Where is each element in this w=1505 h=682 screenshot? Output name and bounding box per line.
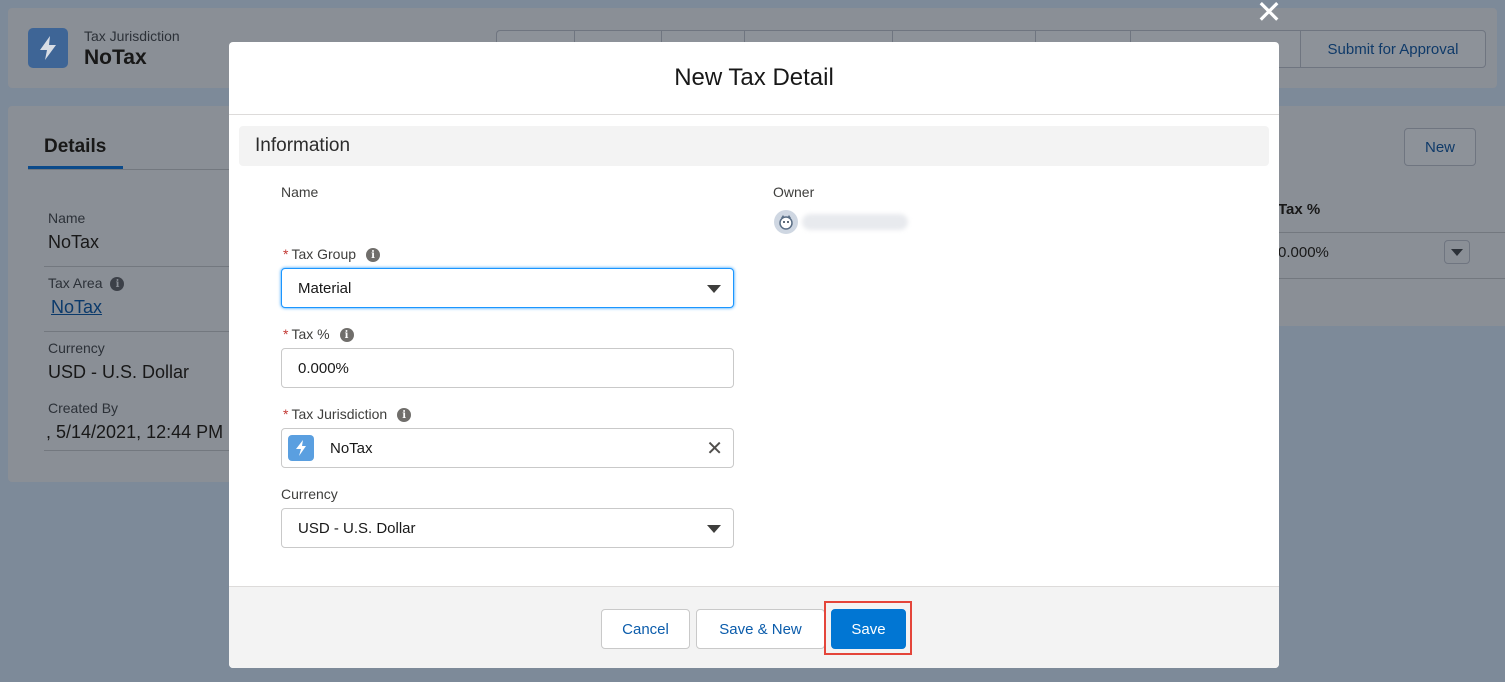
info-icon[interactable]: i xyxy=(339,328,354,343)
currency-value: USD - U.S. Dollar xyxy=(298,519,416,537)
chevron-down-icon xyxy=(707,525,721,533)
divider xyxy=(1272,232,1505,233)
save-button[interactable]: Save xyxy=(831,609,906,649)
tab-details[interactable]: Details xyxy=(44,136,106,158)
tax-group-label-text: Tax Group xyxy=(291,246,357,262)
tax-jurisdiction-label-text: Tax Jurisdiction xyxy=(291,406,388,422)
cancel-button[interactable]: Cancel xyxy=(601,609,690,649)
divider xyxy=(1272,278,1505,279)
tax-jurisdiction-lookup[interactable]: NoTax ✕ xyxy=(281,428,734,468)
tax-group-label: * Tax Group i xyxy=(283,246,381,263)
tax-percent-input[interactable]: 0.000% xyxy=(281,348,734,388)
currency-select[interactable]: USD - U.S. Dollar xyxy=(281,508,734,548)
tax-group-value: Material xyxy=(298,279,352,297)
field-value: , 5/14/2021, 12:44 PM xyxy=(46,422,224,442)
field-label: Currency xyxy=(48,340,105,356)
save-and-new-button[interactable]: Save & New xyxy=(696,609,825,649)
tax-percent-label: * Tax % i xyxy=(283,326,354,343)
detail-field-name: Name NoTax xyxy=(48,210,99,253)
modal-footer: Cancel Save & New Save xyxy=(229,586,1279,668)
info-icon[interactable]: i xyxy=(397,408,412,423)
info-icon[interactable]: i xyxy=(110,277,125,292)
record-entity-label: Tax Jurisdiction xyxy=(84,28,180,44)
close-icon[interactable]: ✕ xyxy=(1254,0,1284,28)
detail-field-tax-area: Tax Area i NoTax xyxy=(48,275,125,318)
required-indicator: * xyxy=(283,406,289,422)
field-value: NoTax xyxy=(48,232,100,252)
tax-jurisdiction-value: NoTax xyxy=(330,439,373,457)
info-icon[interactable]: i xyxy=(366,248,381,263)
required-indicator: * xyxy=(283,246,289,262)
chevron-down-icon xyxy=(1451,248,1463,256)
related-list-card: New Tax % 0.000% xyxy=(1272,106,1505,326)
name-label: Name xyxy=(281,184,319,200)
section-header-information[interactable]: Information xyxy=(239,126,1269,166)
field-label: Name xyxy=(48,210,86,226)
new-tax-detail-modal: New Tax Detail Information Name Owner * T… xyxy=(229,42,1279,668)
owner-label: Owner xyxy=(773,184,815,200)
field-label: Created By xyxy=(48,400,119,416)
lightning-icon xyxy=(288,435,314,461)
avatar xyxy=(774,210,798,234)
tax-jurisdiction-label: * Tax Jurisdiction i xyxy=(283,406,412,423)
currency-label: Currency xyxy=(281,486,338,502)
owner-name-redacted xyxy=(802,214,908,230)
detail-field-created-by: Created By , 5/14/2021, 12:44 PM xyxy=(46,400,224,443)
row-actions-button[interactable] xyxy=(1444,240,1470,264)
detail-field-currency: Currency USD - U.S. Dollar xyxy=(48,340,189,383)
modal-title: New Tax Detail xyxy=(229,42,1279,115)
tax-percent-label-text: Tax % xyxy=(291,326,330,342)
table-cell: 0.000% xyxy=(1278,244,1329,261)
tax-group-select[interactable]: Material xyxy=(281,268,734,308)
required-indicator: * xyxy=(283,326,289,342)
record-title: NoTax xyxy=(84,46,147,69)
field-value: USD - U.S. Dollar xyxy=(48,362,190,382)
tax-area-link[interactable]: NoTax xyxy=(51,297,124,318)
chevron-down-icon xyxy=(707,285,721,293)
submit-for-approval-button[interactable]: Submit for Approval xyxy=(1300,30,1486,68)
lightning-icon xyxy=(28,28,68,68)
tax-percent-value: 0.000% xyxy=(298,359,349,377)
clear-icon[interactable]: ✕ xyxy=(706,438,723,458)
new-button[interactable]: New xyxy=(1404,128,1476,166)
field-label: Tax Area xyxy=(48,275,103,291)
column-header-tax-percent: Tax % xyxy=(1278,201,1321,218)
